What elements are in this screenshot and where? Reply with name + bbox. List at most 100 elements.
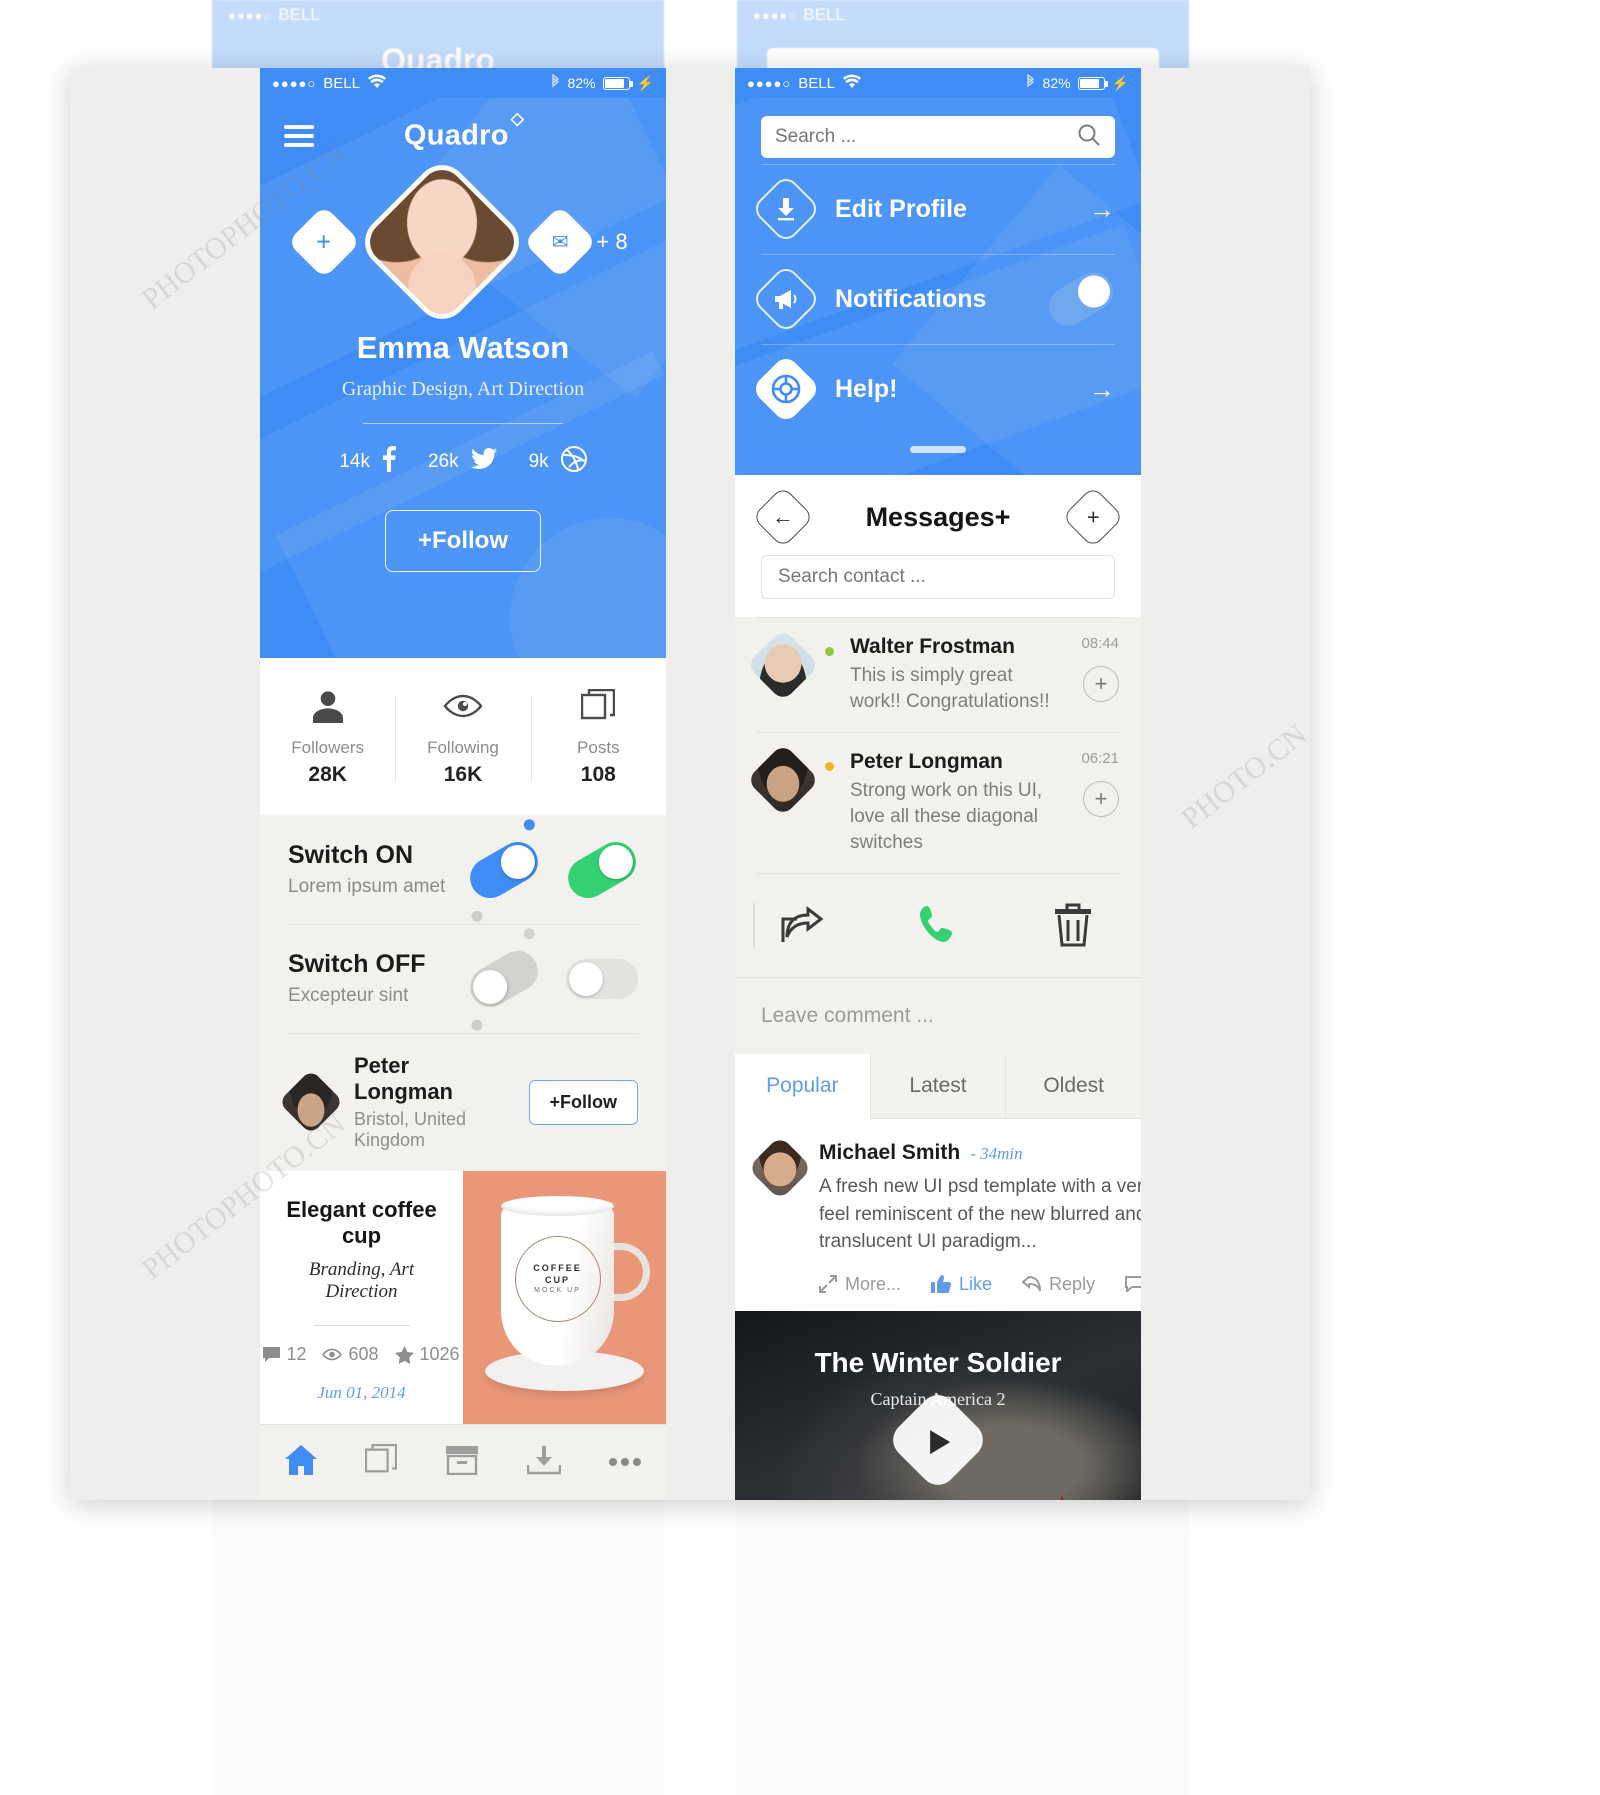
tab-latest[interactable]: Latest bbox=[869, 1054, 1006, 1120]
facebook-icon bbox=[382, 446, 396, 478]
social-dribbble[interactable]: 9k bbox=[529, 446, 587, 478]
message-row[interactable]: Walter Frostman This is simply great wor… bbox=[735, 617, 1141, 733]
contact-search-box[interactable] bbox=[761, 555, 1115, 599]
status-dot bbox=[825, 762, 834, 772]
tab-popular[interactable]: Popular bbox=[735, 1054, 870, 1120]
social-stats: 14k 26k 9k bbox=[260, 446, 666, 478]
arrow-right-icon: → bbox=[1089, 193, 1115, 224]
message-action-bar bbox=[735, 873, 1141, 978]
charging-icon: ⚡ bbox=[636, 74, 654, 91]
thumbs-up-icon bbox=[931, 1275, 952, 1294]
message-button[interactable]: ✉ bbox=[523, 205, 598, 279]
ghost-status-bar: ●●●●○ BELL bbox=[212, 0, 664, 30]
arrow-left-icon: ← bbox=[772, 504, 794, 529]
toggle-blue-on[interactable] bbox=[462, 816, 546, 924]
user-row-peter: Peter Longman Bristol, United Kingdom +F… bbox=[260, 1033, 666, 1171]
leave-comment-input[interactable]: Leave comment ... bbox=[735, 977, 1141, 1055]
stat-followers[interactable]: Followers 28K bbox=[260, 684, 395, 787]
charging-icon: ⚡ bbox=[1111, 74, 1129, 91]
avatar bbox=[746, 743, 820, 818]
toggle-grey-off[interactable] bbox=[462, 925, 546, 1033]
menu-label: Notifications bbox=[835, 284, 987, 313]
message-time: 06:21 bbox=[1081, 750, 1119, 768]
back-button[interactable]: ← bbox=[751, 485, 815, 549]
reply-action[interactable]: Reply bbox=[1022, 1274, 1095, 1295]
message-time: 08:44 bbox=[1081, 635, 1119, 652]
contact-search-input[interactable] bbox=[778, 566, 1098, 588]
search-box[interactable] bbox=[761, 116, 1115, 158]
message-text: This is simply great work!! Congratulati… bbox=[850, 665, 1050, 712]
stat-following[interactable]: Following 16K bbox=[395, 684, 530, 787]
message-text: Strong work on this UI, love all these d… bbox=[850, 780, 1043, 853]
project-image-coffee: COFFEE CUP MOCK UP bbox=[463, 1171, 666, 1429]
phone-right: ●●●●○ BELL 82% ⚡ Search ... Edit Profile… bbox=[735, 68, 1141, 1500]
expand-message-button[interactable]: + bbox=[1083, 666, 1119, 702]
menu-label: Edit Profile bbox=[835, 194, 967, 223]
avatar-row: + ✉ + 8 bbox=[260, 154, 666, 330]
stat-posts[interactable]: Posts 108 bbox=[530, 684, 666, 787]
search-input[interactable] bbox=[775, 126, 1077, 148]
follow-button[interactable]: +Follow bbox=[385, 510, 541, 572]
battery-icon bbox=[602, 76, 633, 90]
stat-value: 16K bbox=[443, 763, 483, 786]
bottom-tab-bar bbox=[260, 1424, 666, 1500]
tab-home[interactable] bbox=[284, 1444, 318, 1481]
twitter-count: 26k bbox=[427, 451, 459, 472]
screenshot-root: ●●●●○ BELL Quadro ●●●●○ BELL ●●●●○ BELL … bbox=[0, 0, 1600, 1795]
share-button[interactable] bbox=[735, 905, 870, 945]
status-bar-right: ●●●●○ BELL 82% ⚡ bbox=[735, 68, 1141, 98]
search-area bbox=[735, 98, 1141, 164]
search-icon[interactable] bbox=[1077, 123, 1101, 152]
add-message-button[interactable]: + bbox=[1061, 485, 1125, 549]
toggle-grey2-off[interactable] bbox=[566, 958, 638, 999]
menu-item-edit-profile[interactable]: Edit Profile → bbox=[735, 164, 1141, 254]
ghost-phone-bottom-right bbox=[737, 1480, 1189, 1795]
more-action[interactable]: More... bbox=[819, 1274, 901, 1295]
expand-message-button[interactable]: + bbox=[1083, 781, 1119, 818]
lifebuoy-icon bbox=[750, 353, 822, 425]
comment-icon bbox=[1125, 1276, 1141, 1293]
divider bbox=[313, 1325, 410, 1326]
project-card-coffee[interactable]: Elegant coffee cup Branding, Art Directi… bbox=[260, 1171, 666, 1429]
carrier-label: BELL bbox=[803, 5, 845, 24]
notifications-toggle[interactable] bbox=[1042, 265, 1120, 333]
menu-item-notifications[interactable]: Notifications bbox=[735, 254, 1141, 344]
avatar bbox=[354, 154, 531, 330]
stat-label: Followers bbox=[291, 738, 365, 757]
project-title: Elegant coffee cup bbox=[286, 1197, 437, 1248]
tab-download[interactable] bbox=[526, 1445, 561, 1480]
battery-icon bbox=[1077, 76, 1108, 90]
tab-oldest[interactable]: Oldest bbox=[1005, 1054, 1141, 1120]
extra-count: + 8 bbox=[596, 229, 628, 254]
signal-dots-icon: ●●●●○ bbox=[228, 7, 273, 23]
stat-label: Posts bbox=[577, 738, 620, 757]
phone-left: ●●●●○ BELL 82% ⚡ Quadro◇ + ✉ + 8 Emma Wa… bbox=[260, 68, 666, 1500]
signal-dots-icon: ●●●●○ bbox=[753, 7, 798, 23]
comment-actions: More... Like Reply Comment bbox=[819, 1274, 1141, 1295]
switch-title: Switch OFF bbox=[288, 950, 426, 978]
comment-action[interactable]: Comment bbox=[1125, 1274, 1141, 1295]
call-button[interactable] bbox=[870, 904, 1005, 946]
project-meta: 12 608 1026 bbox=[263, 1344, 460, 1365]
add-friend-button[interactable]: + bbox=[287, 205, 362, 279]
toggle-green-on[interactable] bbox=[560, 834, 644, 905]
battery-percent: 82% bbox=[1042, 75, 1071, 91]
menu-item-help[interactable]: Help! → bbox=[735, 344, 1141, 434]
social-twitter[interactable]: 26k bbox=[428, 448, 497, 476]
social-facebook[interactable]: 14k bbox=[339, 446, 396, 478]
message-row[interactable]: Peter Longman Strong work on this UI, lo… bbox=[735, 732, 1141, 874]
tab-archive[interactable] bbox=[445, 1445, 479, 1480]
delete-button[interactable] bbox=[1006, 903, 1141, 947]
diamond-icon: ◇ bbox=[510, 109, 525, 129]
reply-icon bbox=[1022, 1276, 1042, 1292]
like-action[interactable]: Like bbox=[931, 1274, 992, 1295]
profile-name: Emma Watson bbox=[356, 330, 570, 365]
facebook-count: 14k bbox=[339, 451, 370, 472]
tab-layers[interactable] bbox=[365, 1443, 398, 1481]
messages-title: Messages+ bbox=[865, 501, 1011, 532]
tab-more[interactable] bbox=[608, 1454, 642, 1472]
video-player[interactable]: The Winter Soldier Captain America 2 Wat… bbox=[735, 1310, 1141, 1500]
plus-icon: + bbox=[1086, 503, 1100, 529]
follow-button[interactable]: +Follow bbox=[528, 1079, 638, 1125]
comment-item: Michael Smith - 34min A fresh new UI psd… bbox=[735, 1119, 1141, 1311]
